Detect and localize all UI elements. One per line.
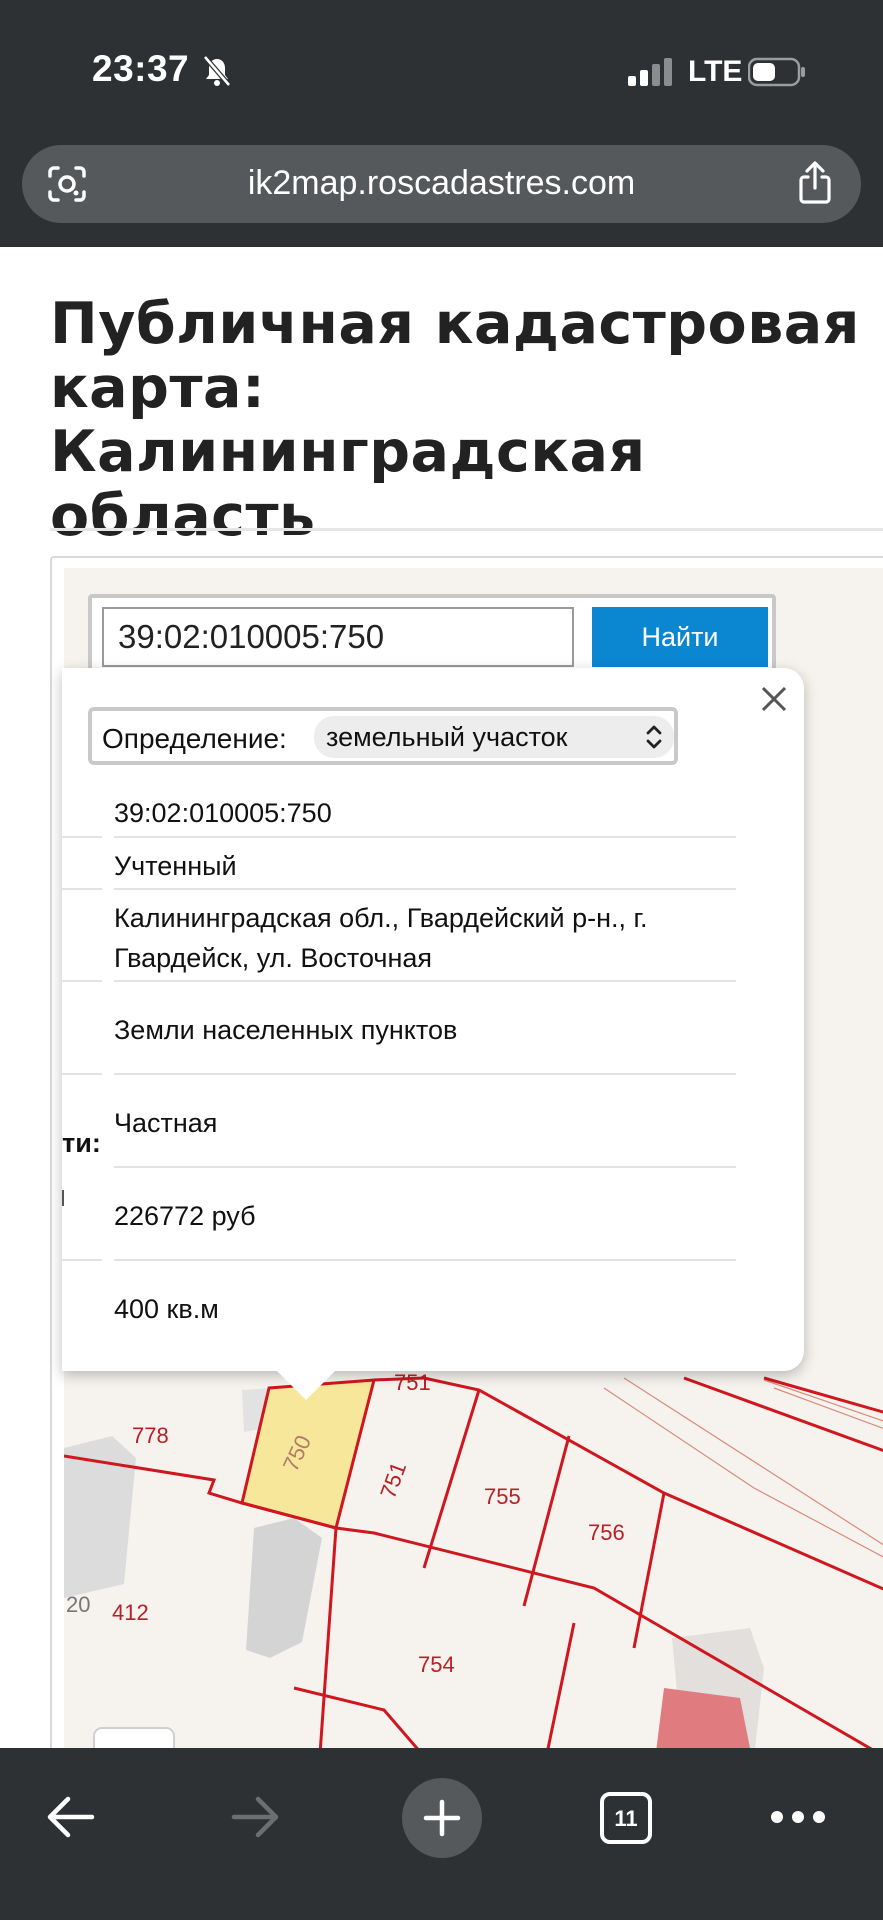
info-area: 400 кв.м <box>114 1294 219 1324</box>
divider <box>50 528 883 531</box>
truncated-tick <box>62 1190 64 1206</box>
page-title: Публичная кадастровая карта: Калининград… <box>50 291 860 549</box>
parcel-label-778: 778 <box>132 1423 169 1448</box>
building <box>655 1688 752 1754</box>
row-divider <box>114 888 736 890</box>
more-options-icon[interactable] <box>770 1810 826 1824</box>
status-time: 23:37 <box>92 48 190 89</box>
parcel-label-751-top: 751 <box>394 1370 431 1395</box>
browser-bottom-toolbar: 11 <box>0 1748 883 1920</box>
row-divider <box>62 1073 102 1075</box>
network-type: LTE <box>688 55 743 88</box>
chevron-updown-icon <box>646 725 662 749</box>
truncated-field-label: ти: <box>62 1128 101 1158</box>
row-divider <box>114 1073 736 1075</box>
row-divider <box>62 836 102 838</box>
parcel-label-20: 20 <box>66 1592 90 1617</box>
info-cadastral-number: 39:02:010005:750 <box>114 798 332 828</box>
forward-arrow-icon[interactable] <box>230 1794 282 1840</box>
info-cadastral-value: 226772 руб <box>114 1201 256 1231</box>
definition-row: Определение: земельный участок <box>88 707 678 765</box>
info-ownership: Частная <box>114 1108 218 1138</box>
parcel-label-751: 751 <box>375 1459 411 1502</box>
address-bar[interactable]: ik2map.roscadastres.com <box>22 145 861 223</box>
new-tab-button[interactable] <box>402 1778 482 1858</box>
row-divider <box>114 980 736 982</box>
row-divider <box>114 1259 736 1261</box>
tab-count: 11 <box>614 1806 638 1831</box>
back-arrow-icon[interactable] <box>44 1794 96 1840</box>
row-divider <box>62 888 102 890</box>
row-divider <box>62 980 102 982</box>
browser-top-chrome: 23:37 LTE ik2map.roscadastres.com <box>0 0 883 247</box>
info-address: Калининградская обл., Гвардейский р-н., … <box>114 903 648 973</box>
tab-switcher-button[interactable]: 11 <box>600 1792 652 1844</box>
definition-select[interactable]: земельный участок <box>314 716 674 758</box>
battery-icon <box>748 57 805 87</box>
url-text: ik2map.roscadastres.com <box>247 164 636 202</box>
building <box>246 1518 322 1658</box>
parcel-label-756: 756 <box>588 1520 625 1545</box>
definition-label: Определение: <box>102 723 287 754</box>
cadastral-search-input[interactable] <box>102 607 574 667</box>
parcel-label-755: 755 <box>484 1484 521 1509</box>
plus-icon <box>423 1799 461 1837</box>
info-land-category: Земли населенных пунктов <box>114 1015 458 1045</box>
share-icon[interactable] <box>795 161 835 205</box>
close-icon[interactable] <box>757 682 791 716</box>
search-box: Найти <box>88 594 776 674</box>
definition-select-value: земельный участок <box>326 722 568 752</box>
cell-signal-icon <box>628 58 672 86</box>
silent-bell-icon <box>203 55 231 87</box>
row-divider <box>62 1259 102 1261</box>
info-status: Учтенный <box>114 851 237 881</box>
row-divider <box>114 836 736 838</box>
parcel-label-754: 754 <box>418 1652 455 1677</box>
search-button[interactable]: Найти <box>592 607 768 667</box>
popup-pointer <box>276 1370 336 1400</box>
row-divider <box>114 1166 736 1168</box>
parcel-label-412: 412 <box>112 1600 149 1625</box>
